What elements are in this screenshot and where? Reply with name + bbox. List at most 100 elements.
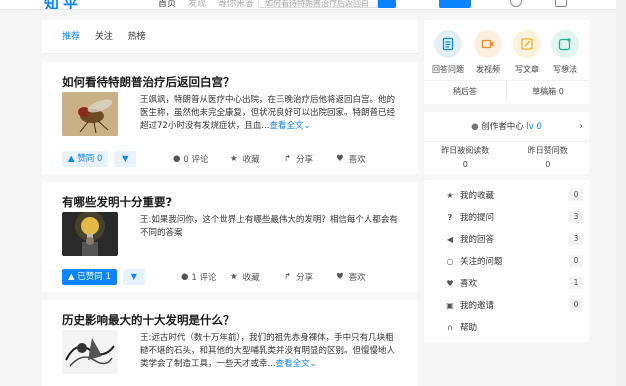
upvote-button[interactable]: ▲ 赞同 0	[62, 151, 109, 167]
thought-icon	[551, 30, 579, 58]
invite-icon: ▣	[446, 300, 454, 310]
stat-upvotes: 昨日赞同数 0	[527, 146, 568, 169]
headset-icon: ∩	[447, 322, 453, 332]
heart-icon: ♥	[336, 272, 344, 282]
search-icon: ○	[446, 256, 454, 266]
creator-center-panel: ● 创作者中心 lv 0 › 昨日被阅读数 0 昨日赞同数 0	[424, 112, 589, 174]
menu-help[interactable]: ∩ 帮助	[424, 316, 589, 338]
triangle-down-icon: ▼	[122, 154, 129, 163]
quick-label: 写想法	[553, 65, 577, 74]
edit-icon	[513, 30, 541, 58]
vote-group: ▲ 已赞同 1 ▼	[62, 269, 145, 285]
notification-icon[interactable]	[510, 0, 522, 7]
tab-follow[interactable]: 关注	[95, 20, 113, 54]
answer-later-link[interactable]: 稍后答	[424, 81, 507, 102]
nav-home[interactable]: 首页	[158, 0, 176, 9]
feed-tabs: 推荐 关注 热榜	[42, 20, 418, 54]
count-badge: 1	[569, 277, 583, 289]
upvote-button[interactable]: ▲ 已赞同 1	[62, 269, 117, 285]
comment-button[interactable]: ● 0 评论	[173, 153, 209, 165]
search-button[interactable]	[378, 0, 396, 8]
megaphone-icon: ◀	[446, 234, 454, 244]
write-thought-button[interactable]: 写想法	[550, 30, 580, 75]
share-button[interactable]: ↱ 分享	[284, 153, 313, 165]
post-video-button[interactable]: 发视频	[473, 30, 503, 75]
feed-card: 历史影响最大的十大发明是什么？ 王:远古时代（数十万年前），我们的祖先赤身裸体，…	[42, 300, 418, 386]
count-badge: 0	[569, 299, 583, 311]
creator-stats: 昨日被阅读数 0 昨日赞同数 0	[424, 142, 589, 172]
share-button[interactable]: ↱ 分享	[284, 271, 313, 283]
chevron-down-icon: ⌄	[303, 121, 311, 131]
like-button[interactable]: ♥ 喜欢	[336, 271, 366, 283]
personal-menu: ★ 我的收藏 0 ? 我的提问 3 ◀ 我的回答 3 ○ 关注的问题 0 ♥ 喜欢 1 ▣ 我的邀请 0…	[424, 180, 589, 342]
menu-my-invitations[interactable]: ▣ 我的邀请 0	[424, 294, 589, 316]
menu-my-collections[interactable]: ★ 我的收藏 0	[424, 184, 589, 206]
search-input[interactable]: 如何看待特朗普治疗后返回白宫?	[258, 0, 378, 8]
profile-icon[interactable]	[555, 0, 567, 7]
chevron-right-icon[interactable]: ›	[579, 112, 583, 142]
read-more-link[interactable]: 查看全文⌄	[269, 121, 310, 131]
share-icon: ↱	[284, 272, 292, 282]
triangle-up-icon: ▲	[68, 272, 75, 282]
site-logo[interactable]: 知乎	[44, 0, 82, 9]
card-actions: ▲ 赞同 0 ▼ ● 0 评论 ★ 收藏 ↱ 分享 ♥ 喜欢	[62, 144, 402, 174]
feed-column: 推荐 关注 热榜 如何看待特朗普治疗后返回白宫？ 王飒飒，特朗普从医疗中心出院，…	[42, 20, 418, 386]
count-badge: 3	[569, 233, 583, 245]
menu-my-answers[interactable]: ◀ 我的回答 3	[424, 228, 589, 250]
star-icon: ★	[230, 272, 238, 282]
vote-group: ▲ 赞同 0 ▼	[62, 151, 137, 167]
menu-likes[interactable]: ♥ 喜欢 1	[424, 272, 589, 294]
count-badge: 3	[569, 211, 583, 223]
triangle-up-icon: ▲	[68, 154, 75, 164]
star-icon: ★	[230, 154, 238, 164]
ask-button[interactable]	[439, 0, 471, 8]
video-icon	[474, 30, 502, 58]
card-thumbnail-fly[interactable]	[62, 92, 118, 136]
card-title[interactable]: 有哪些发明十分重要?	[62, 182, 398, 212]
write-article-button[interactable]: 写文章	[512, 30, 542, 75]
draft-row: 稍后答 草稿箱 0	[424, 80, 589, 102]
downvote-button[interactable]: ▼	[114, 151, 137, 167]
triangle-down-icon: ▼	[130, 272, 137, 281]
share-icon: ↱	[284, 154, 292, 164]
downvote-button[interactable]: ▼	[122, 269, 145, 285]
comment-button[interactable]: ● 1 评论	[181, 271, 217, 283]
read-more-link[interactable]: 查看全文⌄	[276, 359, 317, 369]
collect-button[interactable]: ★ 收藏	[230, 271, 260, 283]
card-excerpt: 王:远古时代（数十万年前），我们的祖先赤身裸体，手中只有几块粗糙不堪的石头，和其…	[140, 333, 396, 369]
nav-discover[interactable]: 发现	[188, 0, 206, 9]
tab-recommend[interactable]: 推荐	[62, 20, 80, 54]
creator-title: 创作者中心	[481, 122, 524, 132]
message-icon[interactable]	[535, 0, 547, 7]
right-sidebar: 回答问题 发视频 写文章 写想法 稍后答 草稿箱 0 ● 创作者中心 lv 0 …	[424, 20, 589, 342]
tab-hot[interactable]: 热榜	[128, 20, 146, 54]
chevron-down-icon: ⌄	[309, 359, 317, 369]
menu-my-questions[interactable]: ? 我的提问 3	[424, 206, 589, 228]
nav-waiting[interactable]: 等你来答	[218, 0, 254, 9]
card-title[interactable]: 如何看待特朗普治疗后返回白宫？	[62, 62, 398, 92]
answer-question-button[interactable]: 回答问题	[432, 30, 464, 75]
card-excerpt: 王:如果我问你，这个世界上有哪些最伟大的发明？相信每个人都会有不同的答案	[140, 215, 398, 238]
heart-icon: ♥	[446, 278, 454, 288]
collect-button[interactable]: ★ 收藏	[230, 153, 260, 165]
creator-level: lv 0	[526, 122, 542, 132]
heart-icon: ♥	[336, 154, 344, 164]
star-icon: ★	[446, 190, 454, 200]
menu-followed-questions[interactable]: ○ 关注的问题 0	[424, 250, 589, 272]
card-thumbnail-sketch[interactable]	[62, 330, 118, 374]
creator-center-link[interactable]: ● 创作者中心 lv 0	[424, 112, 589, 142]
comment-icon: ●	[181, 272, 189, 282]
page-scrollbar[interactable]	[616, 0, 626, 386]
drafts-link[interactable]: 草稿箱 0	[507, 81, 589, 102]
user-icon: ●	[471, 122, 479, 132]
document-icon	[434, 30, 462, 58]
card-title[interactable]: 历史影响最大的十大发明是什么？	[62, 300, 398, 330]
card-actions: ▲ 已赞同 1 ▼ ● 1 评论 ★ 收藏 ↱ 分享 ♥ 喜欢	[62, 262, 402, 292]
card-thumbnail-lightbulb[interactable]	[62, 212, 118, 256]
feed-card: 有哪些发明十分重要? 王:如果我问你，这个世界上有哪些最伟大的发明？相信每个人都…	[42, 182, 418, 292]
count-badge: 0	[569, 255, 583, 267]
like-button[interactable]: ♥ 喜欢	[336, 153, 366, 165]
top-navbar: 知乎 首页 发现 等你来答 如何看待特朗普治疗后返回白宫?	[0, 0, 626, 10]
quick-create-panel: 回答问题 发视频 写文章 写想法 稍后答 草稿箱 0	[424, 20, 589, 104]
count-badge: 0	[569, 189, 583, 201]
